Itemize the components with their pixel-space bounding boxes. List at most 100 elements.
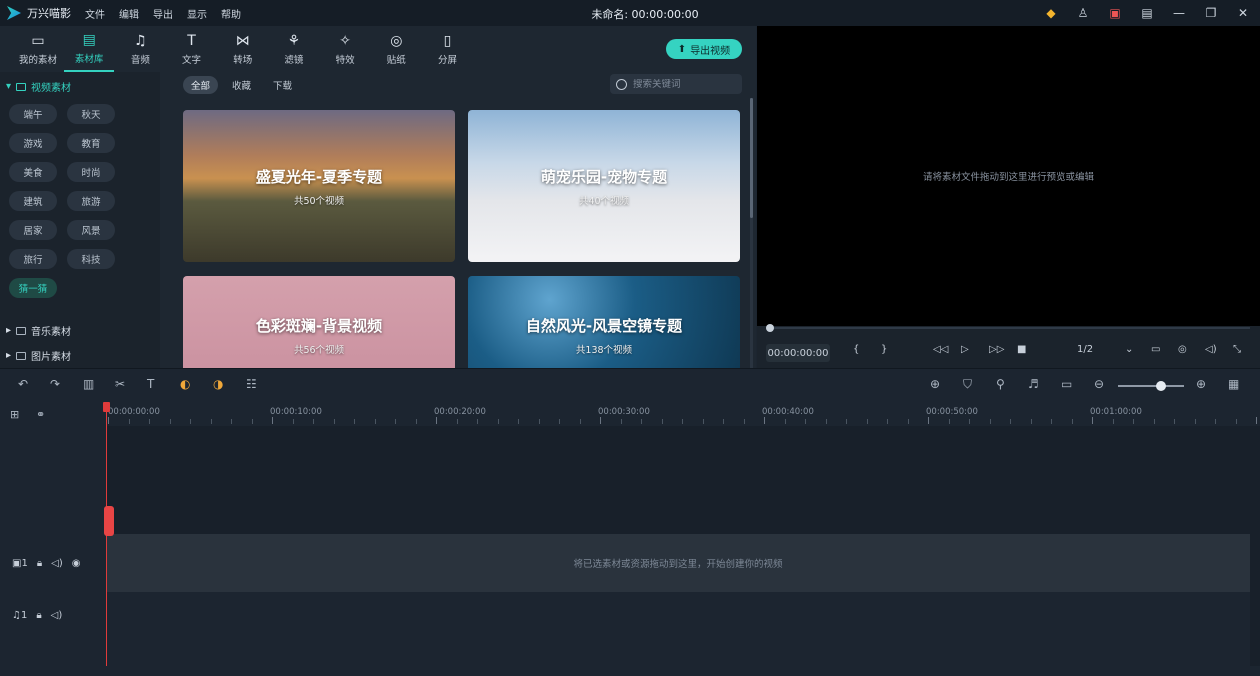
zoom-slider[interactable] xyxy=(1118,381,1184,391)
redo-icon[interactable]: ↷ xyxy=(50,377,60,391)
tool-audio[interactable]: ♫ 音频 xyxy=(115,26,165,72)
grid-view-icon[interactable]: ▦ xyxy=(1228,377,1239,391)
add-track-icon[interactable]: ⊞ xyxy=(10,408,19,421)
filter-download[interactable]: 下载 xyxy=(265,76,300,94)
minimize-icon[interactable]: — xyxy=(1170,4,1188,22)
speaker-icon[interactable]: ◁) xyxy=(51,610,63,621)
tool-splitscreen[interactable]: ▯ 分屏 xyxy=(423,26,473,72)
ruler-tick xyxy=(825,419,827,424)
media-card[interactable]: 萌宠乐园-宠物专题 共40个视频 xyxy=(468,110,740,262)
fullscreen-icon[interactable]: ⤡ xyxy=(1233,344,1241,355)
undo-icon[interactable]: ↶ xyxy=(18,377,28,391)
close-icon[interactable]: ✕ xyxy=(1234,4,1252,22)
cut-icon[interactable]: ✂ xyxy=(115,377,125,391)
tag-item[interactable]: 风景 xyxy=(67,220,115,240)
zoom-slider-knob[interactable] xyxy=(1156,381,1166,391)
filter-all[interactable]: 全部 xyxy=(183,76,219,94)
tool-library[interactable]: ▤ 素材库 xyxy=(64,26,115,72)
scrollbar-thumb[interactable] xyxy=(750,98,753,218)
volume-icon[interactable]: ◁) xyxy=(1205,344,1217,355)
tag-item[interactable]: 建筑 xyxy=(9,191,57,211)
gift-icon[interactable]: ▣ xyxy=(1106,4,1124,22)
tag-item[interactable]: 秋天 xyxy=(67,104,115,124)
ruler-tick xyxy=(149,419,150,424)
search-input[interactable] xyxy=(633,78,733,90)
tag-item-active[interactable]: 猜一猜 xyxy=(9,278,57,298)
delete-icon[interactable]: ▥ xyxy=(83,377,94,391)
layout-icon[interactable]: ▤ xyxy=(1138,4,1156,22)
speed-icon[interactable]: ◐ xyxy=(180,377,190,391)
preview-screen[interactable]: 请将素材文件拖动到这里进行预览或编辑 xyxy=(757,26,1260,326)
ruler-tick xyxy=(354,419,355,424)
section-video[interactable]: ▾ 视频素材 xyxy=(6,79,71,94)
mark-out-button[interactable]: } xyxy=(881,344,887,355)
restore-icon[interactable]: ❐ xyxy=(1202,4,1220,22)
audio-track[interactable] xyxy=(106,592,1250,666)
render-icon[interactable]: ⊕ xyxy=(930,377,940,391)
tag-item[interactable]: 教育 xyxy=(67,133,115,153)
ruler-tick xyxy=(641,419,642,424)
play-icon[interactable]: ▷ xyxy=(961,344,969,355)
next-frame-icon[interactable]: ▷▷ xyxy=(989,344,1004,355)
section-music[interactable]: ▸ 音乐素材 xyxy=(6,323,71,338)
vip-icon[interactable]: ◆ xyxy=(1042,4,1060,22)
menu-file[interactable]: 文件 xyxy=(85,6,105,21)
tag-item[interactable]: 端午 xyxy=(9,104,57,124)
speaker-icon[interactable]: ◁) xyxy=(51,558,63,569)
media-card[interactable]: 盛夏光年-夏季专题 共50个视频 xyxy=(183,110,455,262)
eye-icon[interactable]: ◉ xyxy=(72,558,81,569)
tag-item[interactable]: 科技 xyxy=(67,249,115,269)
export-button[interactable]: ⬆ 导出视频 xyxy=(666,39,742,59)
progress-knob[interactable] xyxy=(766,324,774,332)
zoom-out-icon[interactable]: ⊖ xyxy=(1094,377,1104,391)
audio-mix-icon[interactable]: ♬ xyxy=(1028,377,1039,391)
tag-item[interactable]: 旅游 xyxy=(67,191,115,211)
tag-item[interactable]: 游戏 xyxy=(9,133,57,153)
tag-item[interactable]: 旅行 xyxy=(9,249,57,269)
ruler-tick xyxy=(579,419,581,424)
tag-item[interactable]: 美食 xyxy=(9,162,57,182)
menu-view[interactable]: 显示 xyxy=(187,6,207,21)
library-scrollbar[interactable] xyxy=(750,98,753,368)
prev-frame-icon[interactable]: ◁◁ xyxy=(933,344,948,355)
tool-transition[interactable]: ⋈ 转场 xyxy=(218,26,268,72)
time-ruler[interactable]: 00:00:00:00 00:00:10:00 00:00:20:00 00:0… xyxy=(106,402,1260,426)
mark-in-button[interactable]: { xyxy=(853,344,859,355)
tool-my-media[interactable]: ▭ 我的素材 xyxy=(13,26,63,72)
section-image[interactable]: ▸ 图片素材 xyxy=(6,348,71,363)
ruler-tick xyxy=(1112,419,1114,424)
chevron-down-icon[interactable]: ⌄ xyxy=(1125,344,1133,355)
adjust-icon[interactable]: ☷ xyxy=(246,377,257,391)
stop-icon[interactable]: ■ xyxy=(1017,344,1026,355)
color-icon[interactable]: ◑ xyxy=(213,377,223,391)
playhead-handle[interactable] xyxy=(103,402,110,412)
section-label: 图片素材 xyxy=(31,352,72,363)
ruler-tick xyxy=(497,419,499,424)
ratio-select[interactable]: 1/2 xyxy=(1077,344,1093,355)
tool-filter[interactable]: ⚘ 滤镜 xyxy=(269,26,319,72)
mic-icon[interactable]: ⚲ xyxy=(996,377,1005,391)
tool-sticker[interactable]: ◎ 贴纸 xyxy=(371,26,421,72)
lock-icon[interactable]: 🔒︎ xyxy=(37,558,42,569)
tag-item[interactable]: 时尚 xyxy=(67,162,115,182)
lock-icon[interactable]: 🔒︎ xyxy=(36,610,41,621)
ruler-tick xyxy=(395,419,396,424)
tag-item[interactable]: 居家 xyxy=(9,220,57,240)
menu-help[interactable]: 帮助 xyxy=(221,6,241,21)
tool-effects[interactable]: ✧ 特效 xyxy=(320,26,370,72)
video-track[interactable]: 将已选素材或资源拖动到这里，开始创建你的视频 xyxy=(106,534,1250,592)
zoom-in-icon[interactable]: ⊕ xyxy=(1196,377,1206,391)
snapshot-icon[interactable]: ◎ xyxy=(1178,344,1187,355)
menu-export[interactable]: 导出 xyxy=(153,6,173,21)
tool-text[interactable]: T 文字 xyxy=(167,26,217,72)
shield-icon[interactable]: ⛉ xyxy=(963,377,972,392)
link-icon[interactable]: ⚭ xyxy=(36,408,45,421)
playhead-marker[interactable] xyxy=(104,506,114,536)
account-icon[interactable]: ♙ xyxy=(1074,4,1092,22)
snap-icon[interactable]: ▭ xyxy=(1061,377,1072,391)
filter-favorite[interactable]: 收藏 xyxy=(224,76,259,94)
display-icon[interactable]: ▭ xyxy=(1151,344,1160,355)
preview-progress[interactable] xyxy=(766,324,1250,332)
text-add-icon[interactable]: T xyxy=(147,377,154,391)
menu-edit[interactable]: 编辑 xyxy=(119,6,139,21)
